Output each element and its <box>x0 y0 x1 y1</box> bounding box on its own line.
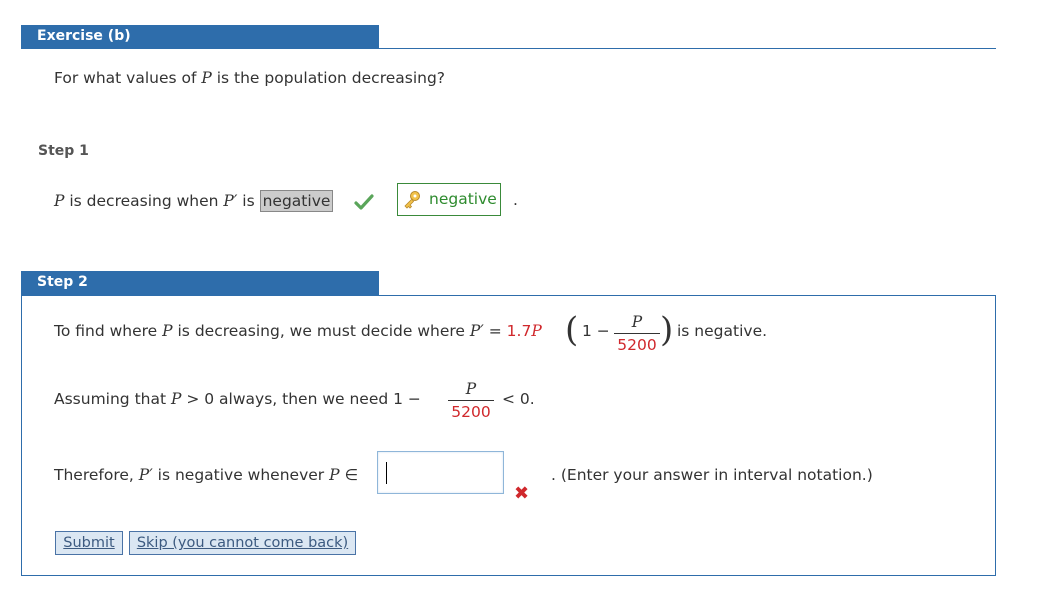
line3-text-mid: is negative whenever <box>152 466 330 484</box>
close-paren: ) <box>660 310 674 350</box>
fraction2-p-over-5200: P 5200 <box>448 379 494 422</box>
fraction2-denominator: 5200 <box>451 403 491 421</box>
open-paren: ( <box>565 310 579 350</box>
fraction-bar <box>614 333 660 334</box>
submit-button[interactable]: Submit <box>55 531 123 555</box>
line3-text-pre: Therefore, <box>54 466 139 484</box>
question-var: P <box>201 69 212 87</box>
line1-var-pprime: P′ <box>469 322 484 340</box>
step1-answer-value: negative <box>429 190 497 208</box>
exercise-header: Exercise (b) <box>21 25 379 48</box>
exercise-question: For what values of P is the population d… <box>54 68 445 88</box>
step1-period: . <box>513 191 518 209</box>
step1-selected-answer: negative <box>259 190 334 212</box>
line1-equals: = <box>483 322 507 340</box>
fraction-p-over-5200: P 5200 <box>614 312 660 355</box>
checkmark-icon <box>354 194 374 210</box>
line1-coef-var: P <box>531 322 542 340</box>
line2-text-pre: Assuming that <box>54 390 171 408</box>
step1-var-pprime: P′ <box>223 192 238 210</box>
step2-line2: Assuming that P > 0 always, then we need… <box>54 389 421 409</box>
one-minus: 1 − <box>582 322 610 340</box>
step1-label: Step 1 <box>38 143 89 159</box>
line1-text-mid: is decreasing, we must decide where <box>172 322 470 340</box>
line1-text-post: is negative. <box>677 322 768 340</box>
text-caret <box>386 462 387 484</box>
step1-text-is: is <box>237 192 260 210</box>
question-text-pre: For what values of <box>54 69 202 87</box>
incorrect-x-icon: ✖ <box>514 483 530 504</box>
skip-button[interactable]: Skip (you cannot come back) <box>129 531 356 555</box>
line1-var-p: P <box>162 322 173 340</box>
fraction2-numerator: P <box>465 380 477 398</box>
step1-correct-answer-box: negative <box>397 183 501 216</box>
step1-var-p: P <box>54 192 65 210</box>
step1-text-pre: is decreasing when <box>64 192 224 210</box>
line3-var-p: P <box>329 466 340 484</box>
line3-text-post: . (Enter your answer in interval notatio… <box>551 466 873 484</box>
exercise-header-rule <box>21 48 996 49</box>
line2-text-post: < 0. <box>502 390 535 408</box>
question-text-post: is the population decreasing? <box>211 69 446 87</box>
line2-condition: > 0 always, then we need 1 − <box>181 390 421 408</box>
fraction-denominator: 5200 <box>617 336 657 354</box>
step1-sentence: P is decreasing when P′ is negative <box>54 190 334 212</box>
element-of-symbol: ∈ <box>339 466 358 484</box>
step2-line1: To find where P is decreasing, we must d… <box>54 321 542 341</box>
step2-line3: Therefore, P′ is negative whenever P ∈ <box>54 465 358 485</box>
line1-coefficient: 1.7 <box>506 322 532 340</box>
interval-answer-input[interactable] <box>377 451 504 494</box>
step2-header: Step 2 <box>21 271 379 295</box>
line1-text-pre: To find where <box>54 322 163 340</box>
fraction-numerator: P <box>631 313 643 331</box>
line2-var-p: P <box>170 390 182 408</box>
key-icon <box>404 191 420 209</box>
line3-var-pprime: P′ <box>138 466 153 484</box>
fraction2-bar <box>448 400 494 401</box>
